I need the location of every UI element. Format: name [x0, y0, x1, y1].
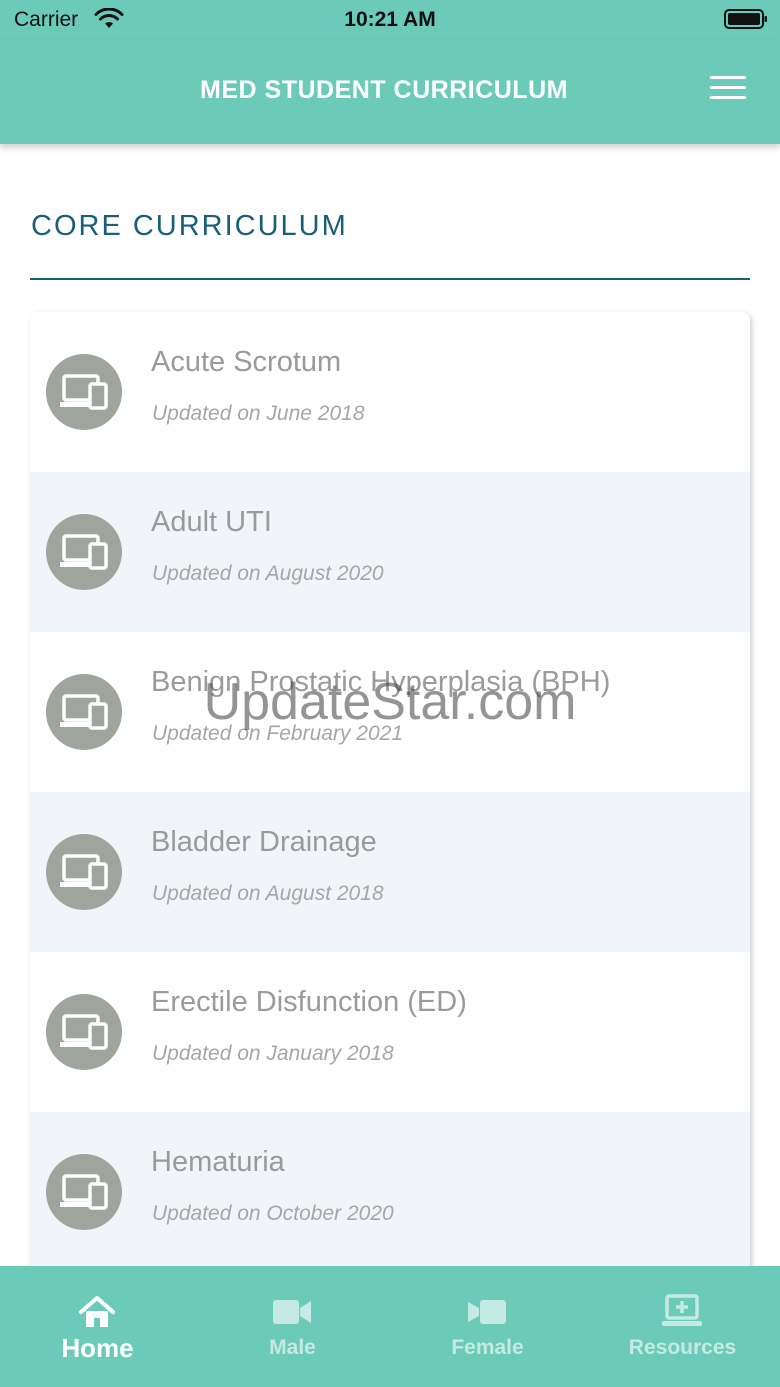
devices-icon	[46, 354, 122, 430]
item-title: Acute Scrotum	[151, 346, 342, 378]
tab-label: Female	[451, 1336, 524, 1359]
item-updated-date: Updated on August 2020	[152, 562, 384, 585]
app-header: MED STUDENT CURRICULUM	[0, 40, 780, 144]
item-title: Adult UTI	[151, 506, 272, 538]
item-updated-date: Updated on February 2021	[152, 722, 404, 745]
devices-icon	[46, 1154, 122, 1230]
tab-male[interactable]: Male	[195, 1266, 390, 1387]
hamburger-menu-icon[interactable]	[710, 76, 746, 100]
bottom-tab-bar: Home Male Female Resources	[0, 1266, 780, 1387]
item-title: Bladder Drainage	[151, 826, 377, 858]
list-item-bph[interactable]: Benign Prostatic Hyperplasia (BPH) Updat…	[30, 632, 750, 792]
home-icon	[79, 1296, 115, 1327]
devices-icon	[46, 994, 122, 1070]
item-title: Benign Prostatic Hyperplasia (BPH)	[151, 666, 611, 698]
tab-resources[interactable]: Resources	[585, 1266, 780, 1387]
list-item-hematuria[interactable]: Hematuria Updated on October 2020	[30, 1112, 750, 1272]
list-item-bladder-drainage[interactable]: Bladder Drainage Updated on August 2018	[30, 792, 750, 952]
tab-label: Resources	[628, 1336, 737, 1359]
list-item-erectile-disfunction[interactable]: Erectile Disfunction (ED) Updated on Jan…	[30, 952, 750, 1112]
item-updated-date: Updated on October 2020	[152, 1202, 394, 1225]
devices-icon	[46, 514, 122, 590]
item-title: Hematuria	[151, 1146, 285, 1178]
tab-home[interactable]: Home	[0, 1266, 195, 1387]
laptop-medical-icon	[662, 1294, 702, 1326]
tab-female[interactable]: Female	[390, 1266, 585, 1387]
tab-label: Male	[269, 1336, 316, 1359]
devices-icon	[46, 834, 122, 910]
page-title: MED STUDENT CURRICULUM	[200, 76, 568, 104]
curriculum-list: Acute Scrotum Updated on June 2018 Adult…	[30, 312, 750, 1272]
devices-icon	[46, 674, 122, 750]
status-bar: Carrier 10:21 AM	[0, 0, 780, 40]
status-time: 10:21 AM	[344, 8, 436, 31]
video-camera-icon	[273, 1300, 311, 1324]
battery-icon	[724, 9, 767, 29]
tab-label: Home	[61, 1333, 134, 1363]
item-title: Erectile Disfunction (ED)	[151, 986, 467, 1018]
item-updated-date: Updated on August 2018	[152, 882, 384, 905]
film-icon	[468, 1300, 506, 1324]
item-updated-date: Updated on January 2018	[152, 1042, 394, 1065]
list-item-adult-uti[interactable]: Adult UTI Updated on August 2020	[30, 472, 750, 632]
item-updated-date: Updated on June 2018	[152, 402, 365, 425]
section-title: CORE CURRICULUM	[31, 210, 348, 242]
section-divider	[30, 278, 750, 280]
list-item-acute-scrotum[interactable]: Acute Scrotum Updated on June 2018	[30, 312, 750, 472]
